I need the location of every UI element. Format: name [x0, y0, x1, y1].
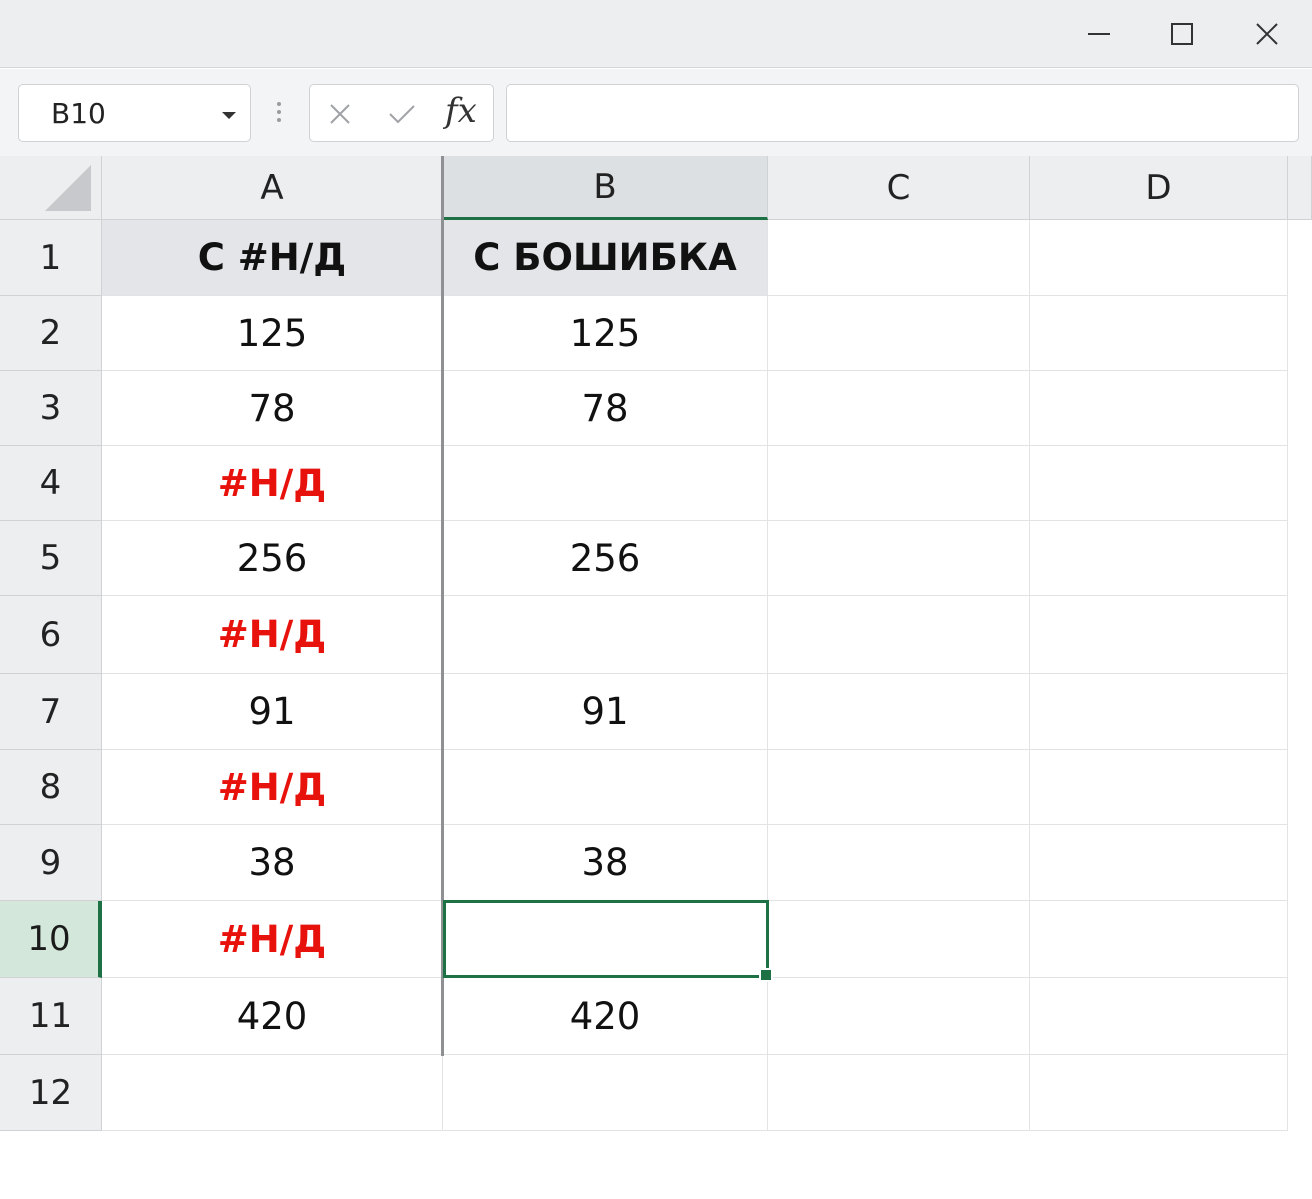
cell-d12[interactable] — [1030, 1055, 1288, 1131]
cancel-button[interactable] — [324, 98, 356, 130]
cell-a1[interactable]: С #Н/Д — [102, 220, 443, 296]
cell-b6[interactable] — [443, 596, 768, 674]
cell-c1[interactable] — [768, 220, 1030, 296]
column-header-d[interactable]: D — [1030, 156, 1288, 220]
formula-bar: B10 fx — [0, 69, 1312, 156]
cell-c6[interactable] — [768, 596, 1030, 674]
close-icon — [1256, 23, 1278, 45]
cell-a3[interactable]: 78 — [102, 371, 443, 446]
minimize-button[interactable] — [1079, 14, 1119, 54]
row-header-7[interactable]: 7 — [0, 674, 102, 750]
name-box[interactable]: B10 — [18, 84, 251, 142]
cell-c12[interactable] — [768, 1055, 1030, 1131]
cell-a10[interactable]: #Н/Д — [102, 901, 443, 978]
x-icon — [330, 104, 350, 124]
row-header-9[interactable]: 9 — [0, 825, 102, 901]
cell-d10[interactable] — [1030, 901, 1288, 978]
cell-a2[interactable]: 125 — [102, 296, 443, 371]
cell-d2[interactable] — [1030, 296, 1288, 371]
cell-b4[interactable] — [443, 446, 768, 521]
cell-b7[interactable]: 91 — [443, 674, 768, 750]
check-icon — [389, 105, 415, 124]
spreadsheet-grid: ABCD1С #Н/Д С БОШИБКА 2 125 125 3 78 78 4 #Н/Д 5 25… — [0, 156, 1312, 1199]
cell-d6[interactable] — [1030, 596, 1288, 674]
cell-d7[interactable] — [1030, 674, 1288, 750]
row-header-5[interactable]: 5 — [0, 521, 102, 596]
cell-a11[interactable]: 420 — [102, 978, 443, 1055]
row-header-1[interactable]: 1 — [0, 220, 102, 296]
cell-b5[interactable]: 256 — [443, 521, 768, 596]
cell-d4[interactable] — [1030, 446, 1288, 521]
close-button[interactable] — [1247, 14, 1287, 54]
chevron-down-icon[interactable] — [222, 112, 236, 119]
cell-b10[interactable] — [443, 901, 768, 978]
select-all-corner[interactable] — [0, 156, 102, 220]
column-header-c[interactable]: C — [768, 156, 1030, 220]
cell-d8[interactable] — [1030, 750, 1288, 825]
cell-d9[interactable] — [1030, 825, 1288, 901]
cell-b3[interactable]: 78 — [443, 371, 768, 446]
cell-b9[interactable]: 38 — [443, 825, 768, 901]
minimize-icon — [1088, 33, 1110, 35]
name-box-value: B10 — [51, 97, 106, 130]
cell-c11[interactable] — [768, 978, 1030, 1055]
cell-a12[interactable] — [102, 1055, 443, 1131]
insert-function-button[interactable]: fx — [445, 91, 477, 131]
row-header-4[interactable]: 4 — [0, 446, 102, 521]
cell-c10[interactable] — [768, 901, 1030, 978]
cell-c3[interactable] — [768, 371, 1030, 446]
row-header-10[interactable]: 10 — [0, 901, 102, 978]
maximize-icon — [1171, 23, 1193, 45]
cell-a9[interactable]: 38 — [102, 825, 443, 901]
cell-a7[interactable]: 91 — [102, 674, 443, 750]
cell-b1[interactable]: С БОШИБКА — [443, 220, 768, 296]
row-header-12[interactable]: 12 — [0, 1055, 102, 1131]
row-header-11[interactable]: 11 — [0, 978, 102, 1055]
enter-button[interactable] — [386, 98, 418, 130]
row-header-6[interactable]: 6 — [0, 596, 102, 674]
column-divider — [441, 156, 444, 1056]
fill-handle[interactable] — [759, 968, 773, 982]
cell-d3[interactable] — [1030, 371, 1288, 446]
cell-a8[interactable]: #Н/Д — [102, 750, 443, 825]
title-bar — [0, 0, 1312, 68]
cell-d11[interactable] — [1030, 978, 1288, 1055]
more-options-icon[interactable] — [276, 102, 282, 126]
column-header-b[interactable]: B — [443, 156, 768, 220]
cell-c5[interactable] — [768, 521, 1030, 596]
formula-input[interactable] — [506, 84, 1299, 142]
cell-c9[interactable] — [768, 825, 1030, 901]
cell-c7[interactable] — [768, 674, 1030, 750]
cell-c8[interactable] — [768, 750, 1030, 825]
cell-b12[interactable] — [443, 1055, 768, 1131]
cell-b2[interactable]: 125 — [443, 296, 768, 371]
formula-actions: fx — [309, 84, 494, 142]
row-header-2[interactable]: 2 — [0, 296, 102, 371]
cell-c2[interactable] — [768, 296, 1030, 371]
cell-a5[interactable]: 256 — [102, 521, 443, 596]
maximize-button[interactable] — [1162, 14, 1202, 54]
cell-b8[interactable] — [443, 750, 768, 825]
cell-d1[interactable] — [1030, 220, 1288, 296]
column-header-filler — [1288, 156, 1312, 220]
row-header-3[interactable]: 3 — [0, 371, 102, 446]
cell-b11[interactable]: 420 — [443, 978, 768, 1055]
row-header-8[interactable]: 8 — [0, 750, 102, 825]
cell-d5[interactable] — [1030, 521, 1288, 596]
column-header-a[interactable]: A — [102, 156, 443, 220]
cell-c4[interactable] — [768, 446, 1030, 521]
cell-a6[interactable]: #Н/Д — [102, 596, 443, 674]
cell-a4[interactable]: #Н/Д — [102, 446, 443, 521]
